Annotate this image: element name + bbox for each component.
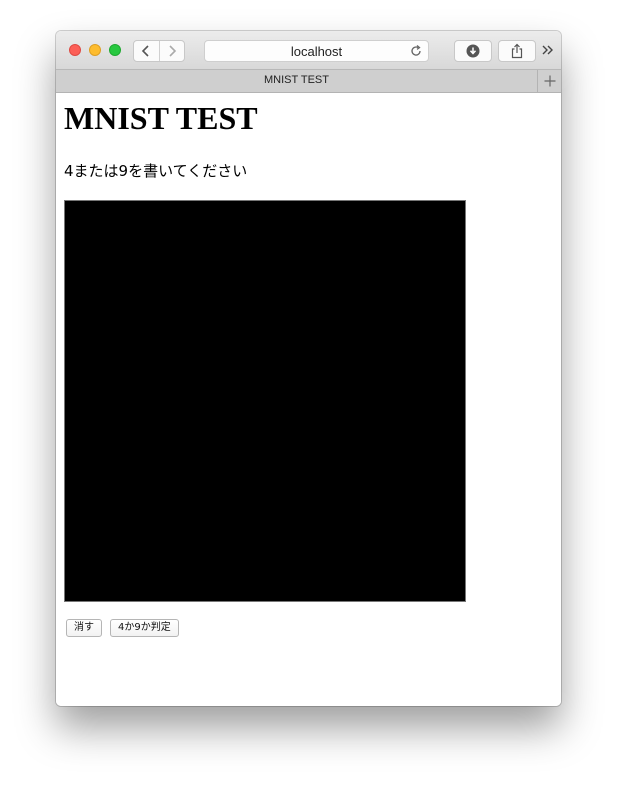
back-button[interactable]	[134, 41, 159, 61]
more-chevron-icon[interactable]	[541, 43, 555, 57]
toolbar: localhost	[56, 31, 561, 69]
share-icon	[511, 43, 523, 59]
plus-icon	[544, 75, 555, 87]
share-button[interactable]	[498, 40, 536, 62]
maximize-window-button[interactable]	[109, 44, 121, 56]
forward-button[interactable]	[158, 41, 185, 61]
judge-button[interactable]: 4か9か判定	[110, 619, 179, 637]
address-bar[interactable]: localhost	[204, 40, 429, 62]
tab-bar: MNIST TEST	[56, 69, 561, 93]
clear-button[interactable]: 消す	[66, 619, 102, 637]
downloads-button[interactable]	[454, 40, 492, 62]
drawing-canvas[interactable]	[64, 200, 466, 602]
url-text: localhost	[290, 44, 343, 59]
forward-icon	[169, 45, 176, 57]
tab-title[interactable]: MNIST TEST	[56, 74, 537, 86]
close-window-button[interactable]	[69, 44, 81, 56]
back-icon	[142, 45, 149, 57]
instruction-text: 4または9を書いてください	[64, 162, 248, 180]
browser-window: localhost MNIST TEST MNIST TEST 4または9を書い…	[56, 31, 561, 706]
reload-icon[interactable]	[409, 44, 423, 58]
page-title: MNIST TEST	[64, 100, 258, 136]
new-tab-button[interactable]	[537, 70, 561, 92]
nav-buttons	[133, 40, 185, 62]
page-content: MNIST TEST 4または9を書いてください 消す 4か9か判定	[56, 93, 561, 706]
download-icon	[466, 44, 480, 58]
minimize-window-button[interactable]	[89, 44, 101, 56]
